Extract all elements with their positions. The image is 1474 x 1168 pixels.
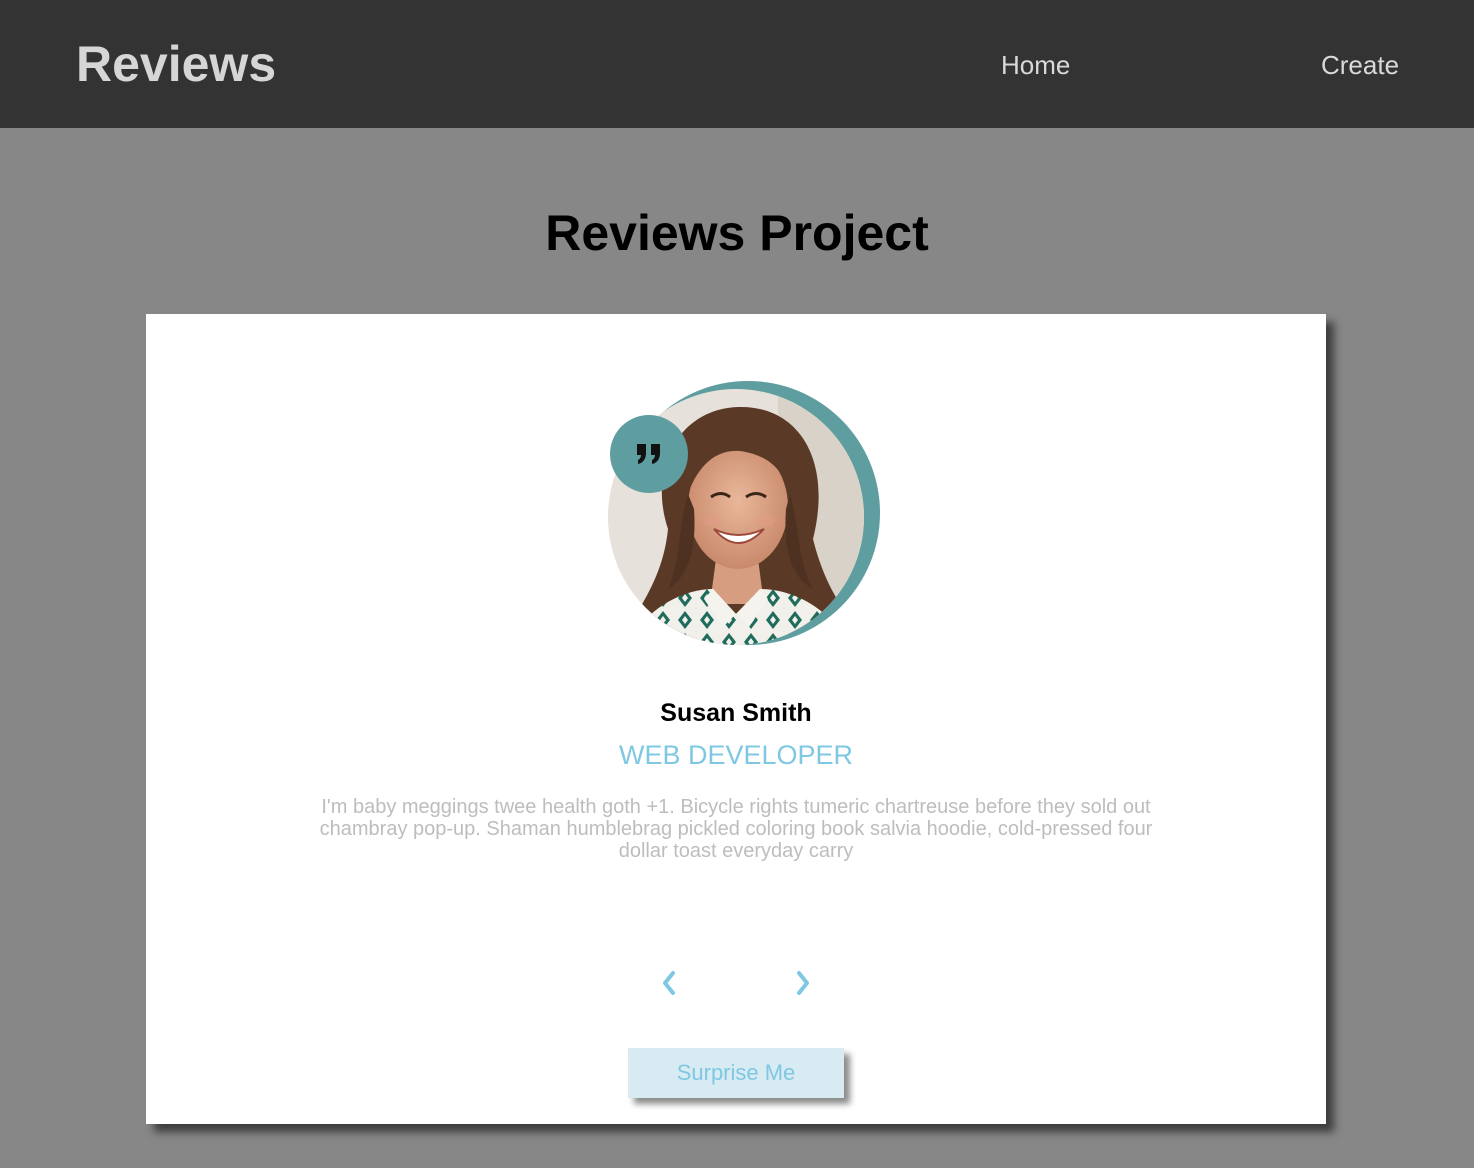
prev-button[interactable] [654, 968, 684, 998]
chevron-left-icon [663, 971, 675, 995]
nav-link-create[interactable]: Create [1321, 50, 1399, 80]
surprise-me-button[interactable]: Surprise Me [628, 1048, 844, 1098]
next-button[interactable] [788, 968, 818, 998]
avatar-container [608, 381, 880, 647]
review-text: I'm baby meggings twee health goth +1. B… [319, 796, 1153, 862]
quote-right-icon [610, 415, 688, 493]
navbar: Reviews Home Create [0, 0, 1474, 128]
brand-logo[interactable]: Reviews [76, 34, 276, 94]
nav-link-home[interactable]: Home [1001, 50, 1070, 80]
chevron-right-icon [797, 971, 809, 995]
page-title: Reviews Project [545, 205, 929, 261]
reviewer-job: WEB DEVELOPER [618, 740, 854, 770]
review-card: Susan Smith WEB DEVELOPER I'm baby meggi… [146, 314, 1326, 1124]
reviewer-name: Susan Smith [660, 699, 812, 727]
